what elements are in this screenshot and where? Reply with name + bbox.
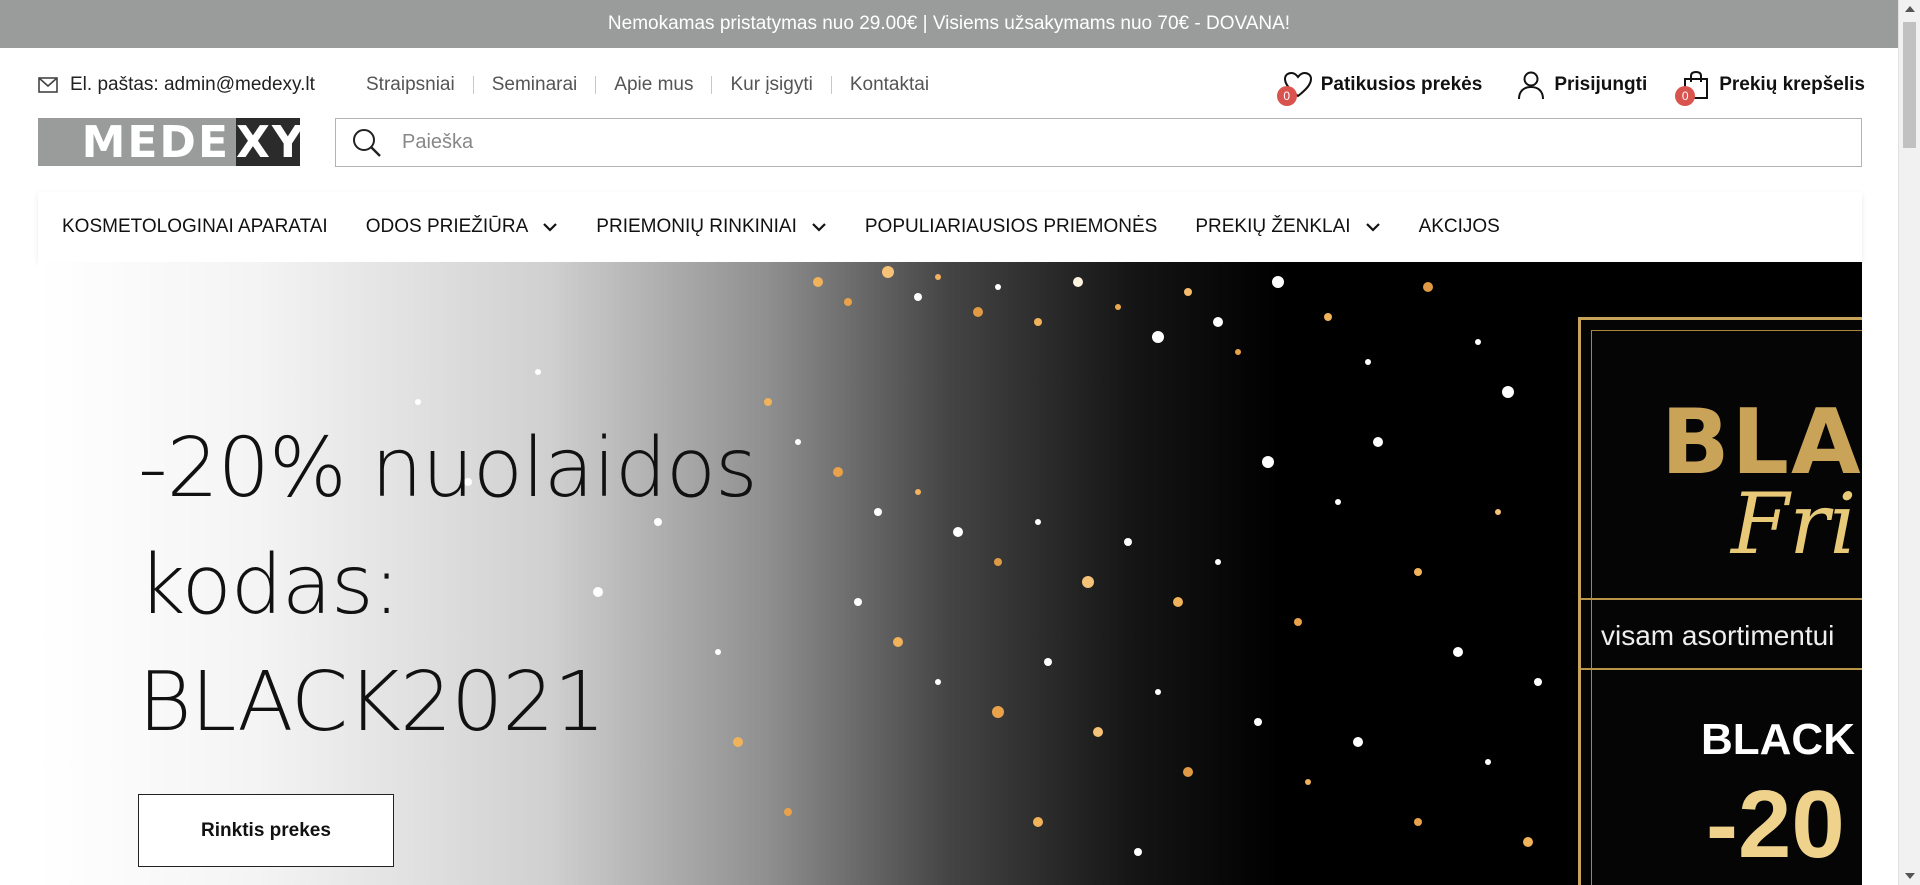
promo-code: BLACK xyxy=(1701,715,1855,764)
login-button[interactable]: Prisijungti xyxy=(1516,70,1647,100)
announcement-text: Nemokamas pristatymas nuo 29.00€ | Visie… xyxy=(607,13,1291,34)
envelope-icon xyxy=(38,77,58,93)
hero-title-line: -20% nuolaidos xyxy=(138,421,758,516)
logo-part-left: MEDE xyxy=(38,117,236,168)
search-icon[interactable] xyxy=(352,128,382,158)
hero-title: -20% nuolaidos kodas: BLACK2021 xyxy=(138,410,838,761)
user-actions: 0 Patikusios prekės Prisijungti 0 Prekių… xyxy=(1276,68,1865,106)
promo-word-friday: Fri xyxy=(1731,475,1857,573)
page-scrollbar[interactable] xyxy=(1898,0,1920,885)
promo-discount: -20 xyxy=(1706,771,1845,878)
user-icon xyxy=(1518,71,1545,100)
hero-title-line: BLACK2021 xyxy=(138,655,606,750)
wishlist-label: Patikusios prekės xyxy=(1320,74,1483,95)
scroll-up-arrow-icon[interactable] xyxy=(1905,6,1915,12)
nav-item-kosmetologiniai-aparatai[interactable]: KOSMETOLOGINAI APARATAI xyxy=(62,216,328,238)
contact-email[interactable]: El. paštas: admin@medexy.lt xyxy=(38,72,315,98)
nav-item-akcijos[interactable]: AKCIJOS xyxy=(1419,216,1500,238)
top-link-kontaktai[interactable]: Kontaktai xyxy=(830,75,947,94)
chevron-down-icon xyxy=(812,223,826,232)
nav-item-label: AKCIJOS xyxy=(1418,216,1500,237)
nav-item-label: PRIEMONIŲ RINKINIAI xyxy=(596,216,797,237)
logo-part-right: XY xyxy=(236,116,306,168)
site-logo[interactable]: MEDE XY xyxy=(38,116,306,168)
scroll-down-arrow-icon[interactable] xyxy=(1905,873,1915,879)
promo-divider xyxy=(1581,598,1862,600)
cart-count-badge: 0 xyxy=(1675,86,1696,106)
top-link-kur-isigyti[interactable]: Kur įsigyti xyxy=(711,75,830,94)
cart-label: Prekių krepšelis xyxy=(1719,74,1865,95)
scrollbar-thumb[interactable] xyxy=(1903,22,1916,148)
nav-item-label: PREKIŲ ŽENKLAI xyxy=(1195,216,1351,237)
main-nav: KOSMETOLOGINAI APARATAI ODOS PRIEŽIŪRA P… xyxy=(38,192,1862,262)
nav-item-prekiu-zenklai[interactable]: PREKIŲ ŽENKLAI xyxy=(1195,216,1380,238)
nav-item-populiariausios-priemones[interactable]: POPULIARIAUSIOS PRIEMONĖS xyxy=(865,216,1157,238)
hero-banner[interactable]: -20% nuolaidos kodas: BLACK2021 Rinktis … xyxy=(38,262,1862,885)
shop-now-button[interactable]: Rinktis prekes xyxy=(138,794,394,867)
contact-email-text: El. paštas: admin@medexy.lt xyxy=(70,74,315,95)
top-link-seminarai[interactable]: Seminarai xyxy=(472,75,596,94)
cart-button[interactable]: 0 Prekių krepšelis xyxy=(1675,70,1865,106)
announcement-bar: Nemokamas pristatymas nuo 29.00€ | Visie… xyxy=(0,0,1898,48)
search-bar xyxy=(335,118,1862,167)
nav-item-odos-prieziura[interactable]: ODOS PRIEŽIŪRA xyxy=(366,216,559,238)
top-link-straipsniai[interactable]: Straipsniai xyxy=(348,75,473,94)
top-link-apie-mus[interactable]: Apie mus xyxy=(595,75,711,94)
nav-item-priemoniu-rinkiniai[interactable]: PRIEMONIŲ RINKINIAI xyxy=(596,216,827,238)
chevron-down-icon xyxy=(1365,223,1380,232)
login-label: Prisijungti xyxy=(1554,74,1648,95)
wishlist-button[interactable]: 0 Patikusios prekės xyxy=(1276,70,1483,106)
promo-divider xyxy=(1581,668,1862,670)
top-links: Straipsniai Seminarai Apie mus Kur įsigy… xyxy=(348,72,947,98)
nav-item-label: KOSMETOLOGINAI APARATAI xyxy=(62,216,328,237)
nav-item-label: POPULIARIAUSIOS PRIEMONĖS xyxy=(864,216,1158,237)
search-input[interactable] xyxy=(402,131,1802,154)
black-friday-promo-card: BLA Fri visam asortimentui BLACK -20 xyxy=(1578,317,1862,885)
chevron-down-icon xyxy=(543,223,558,232)
promo-tagline: visam asortimentui xyxy=(1601,620,1835,651)
hero-title-line: kodas: xyxy=(138,538,400,633)
wishlist-count-badge: 0 xyxy=(1276,86,1297,106)
nav-item-label: ODOS PRIEŽIŪRA xyxy=(365,216,529,237)
